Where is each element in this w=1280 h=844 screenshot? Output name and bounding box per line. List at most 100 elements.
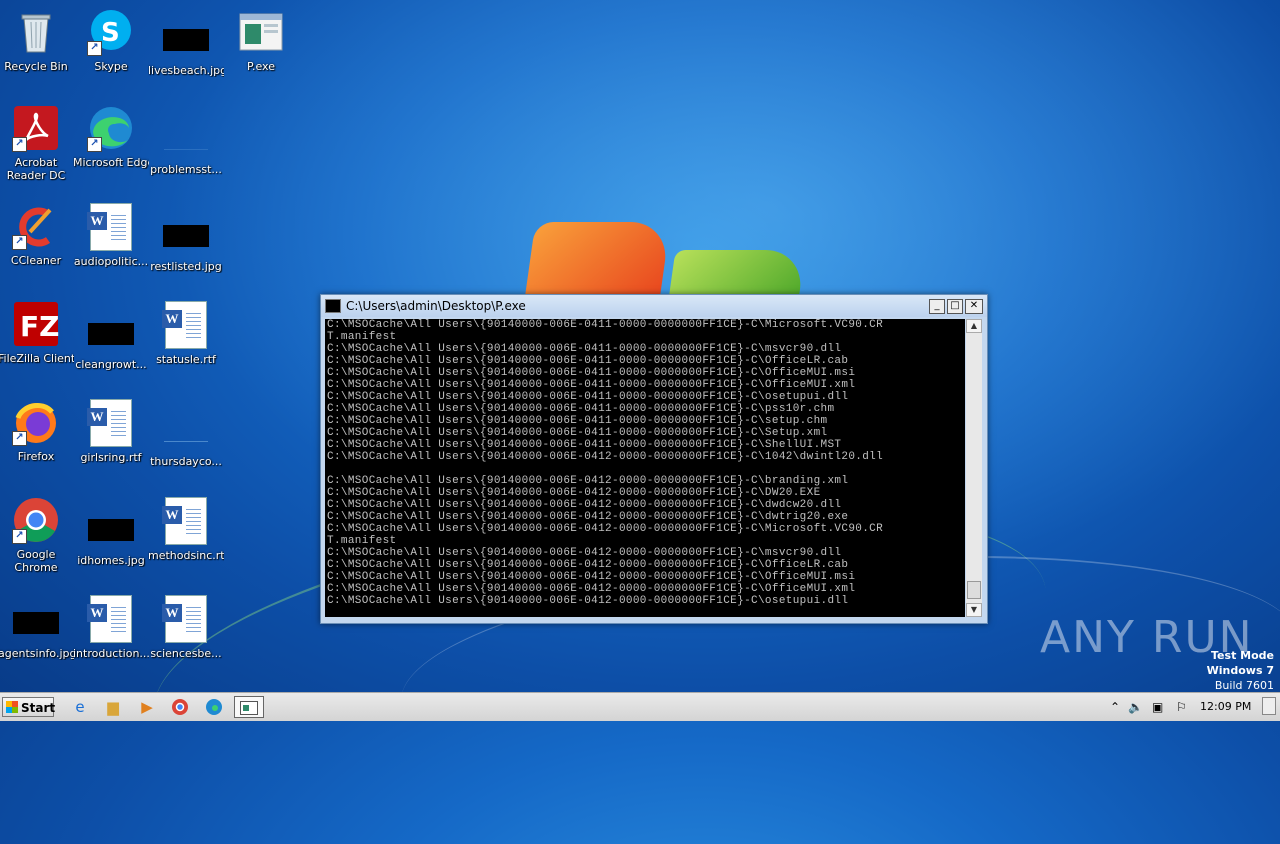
console-line: C:\MSOCache\All Users\{90140000-006E-041…: [327, 559, 849, 571]
windows-logo-green-pane: [668, 250, 806, 300]
scroll-down-icon[interactable]: ▼: [966, 603, 982, 617]
console-line: C:\MSOCache\All Users\{90140000-006E-041…: [327, 355, 849, 367]
show-hidden-icons-icon[interactable]: ⌃: [1110, 696, 1120, 718]
test-mode-watermark: Test Mode Windows 7 Build 7601: [1207, 648, 1274, 693]
desktop-icon-livesbeach[interactable]: livesbeach.jpg: [148, 16, 224, 77]
ie-icon[interactable]: e: [68, 696, 92, 718]
desktop-icon-restlisted[interactable]: restlisted.jpg: [148, 212, 224, 273]
desktop-icon-cleangrowt[interactable]: cleangrowt...: [73, 310, 149, 371]
console-line: C:\MSOCache\All Users\{90140000-006E-041…: [327, 343, 842, 355]
word-doc-icon: W: [162, 595, 207, 643]
desktop-icon-introduction[interactable]: W introduction...: [73, 594, 149, 660]
show-desktop-button[interactable]: [1262, 697, 1276, 715]
desktop-icon-ccleaner[interactable]: ↗ CCleaner: [0, 202, 74, 267]
console-line: C:\MSOCache\All Users\{90140000-006E-041…: [327, 391, 849, 403]
shortcut-arrow-icon: ↗: [87, 137, 102, 152]
media-player-icon[interactable]: ▶: [135, 696, 159, 718]
console-line: C:\MSOCache\All Users\{90140000-006E-041…: [327, 427, 828, 439]
test-mode-label: Test Mode: [1211, 649, 1274, 662]
desktop-icon-audiopolitic[interactable]: W audiopolitic...: [73, 202, 149, 268]
console-line: C:\MSOCache\All Users\{90140000-006E-041…: [327, 583, 856, 595]
console-line: C:\MSOCache\All Users\{90140000-006E-041…: [327, 523, 884, 535]
start-button[interactable]: Start: [2, 697, 56, 717]
windows-flag-icon: [6, 701, 18, 713]
shortcut-arrow-icon: ↗: [12, 529, 27, 544]
console-line: C:\MSOCache\All Users\{90140000-006E-041…: [327, 487, 821, 499]
console-line: T.manifest: [327, 331, 397, 343]
console-line: C:\MSOCache\All Users\{90140000-006E-041…: [327, 547, 842, 559]
file-icon: [164, 129, 208, 150]
scroll-thumb[interactable]: [967, 581, 981, 599]
word-doc-icon: W: [87, 399, 132, 447]
svg-text:FZ: FZ: [20, 310, 59, 343]
taskbar-clock[interactable]: 12:09 PM: [1200, 696, 1251, 718]
console-taskbar-button[interactable]: [234, 696, 264, 718]
shortcut-arrow-icon: ↗: [12, 235, 27, 250]
image-thumbnail: [88, 519, 134, 541]
word-doc-icon: W: [87, 595, 132, 643]
network-icon[interactable]: ▣: [1152, 696, 1163, 718]
console-line: C:\MSOCache\All Users\{90140000-006E-041…: [327, 571, 856, 583]
file-icon: [164, 421, 208, 442]
start-label: Start: [21, 701, 56, 715]
exe-file-icon: [237, 8, 285, 56]
skype-icon: S ↗: [87, 8, 135, 56]
windows-logo-red-pane: [524, 222, 671, 300]
svg-text:S: S: [101, 18, 120, 48]
console-line: C:\MSOCache\All Users\{90140000-006E-041…: [327, 367, 856, 379]
desktop-icon-edge[interactable]: ↗ Microsoft Edge: [73, 104, 149, 169]
minimize-button[interactable]: _: [929, 298, 945, 314]
word-doc-icon: W: [162, 497, 207, 545]
desktop-icon-idhomes[interactable]: idhomes.jpg: [73, 506, 149, 567]
scroll-up-icon[interactable]: ▲: [966, 319, 982, 333]
volume-icon[interactable]: 🔈: [1128, 696, 1143, 718]
desktop-icon-chrome[interactable]: ↗ Google Chrome: [0, 496, 74, 574]
image-thumbnail: [163, 225, 209, 247]
chrome-icon: ↗: [12, 496, 60, 544]
console-line: C:\MSOCache\All Users\{90140000-006E-041…: [327, 451, 884, 463]
desktop-icon-girlsring[interactable]: W girlsring.rtf: [73, 398, 149, 464]
edge-icon[interactable]: [202, 696, 226, 718]
desktop-icon-skype[interactable]: S ↗ Skype: [73, 8, 149, 73]
console-titlebar[interactable]: C:\Users\admin\Desktop\P.exe _ □ ✕: [321, 295, 987, 317]
image-thumbnail: [13, 612, 59, 634]
console-line: C:\MSOCache\All Users\{90140000-006E-041…: [327, 511, 849, 523]
desktop-icon-statusle[interactable]: W statusle.rtf: [148, 300, 224, 366]
desktop-icon-recycle-bin[interactable]: Recycle Bin: [0, 8, 74, 73]
desktop-icon-thursdayco[interactable]: thursdayco...: [148, 408, 224, 468]
desktop-icon-p-exe[interactable]: P.exe: [223, 8, 299, 73]
shortcut-arrow-icon: ↗: [87, 41, 102, 56]
desktop-icon-methodsinc[interactable]: W methodsinc.rtf: [148, 496, 224, 562]
shortcut-arrow-icon: ↗: [12, 137, 27, 152]
explorer-icon[interactable]: ▆: [101, 696, 125, 718]
filezilla-icon: FZ: [12, 300, 60, 348]
word-doc-icon: W: [162, 301, 207, 349]
word-doc-icon: W: [87, 203, 132, 251]
edge-icon: ↗: [87, 104, 135, 152]
console-line: C:\MSOCache\All Users\{90140000-006E-041…: [327, 319, 884, 331]
console-scrollbar[interactable]: ▲ ▼: [966, 319, 982, 617]
recycle-bin-icon: [12, 8, 60, 56]
console-output[interactable]: C:\MSOCache\All Users\{90140000-006E-041…: [325, 319, 965, 617]
chrome-icon[interactable]: [168, 696, 192, 718]
close-button[interactable]: ✕: [965, 298, 983, 314]
console-line: T.manifest: [327, 535, 397, 547]
desktop-icon-firefox[interactable]: ↗ Firefox: [0, 398, 74, 463]
desktop-icon-agentsinfo[interactable]: agentsinfo.jpg: [0, 606, 74, 660]
image-thumbnail: [88, 323, 134, 345]
desktop-icon-acrobat[interactable]: ↗ Acrobat Reader DC: [0, 104, 74, 182]
console-line: C:\MSOCache\All Users\{90140000-006E-041…: [327, 595, 849, 607]
console-line: C:\MSOCache\All Users\{90140000-006E-041…: [327, 439, 842, 451]
console-icon: [325, 299, 341, 313]
image-thumbnail: [163, 29, 209, 51]
console-window[interactable]: C:\Users\admin\Desktop\P.exe _ □ ✕ C:\MS…: [320, 294, 988, 624]
desktop-icon-filezilla[interactable]: FZ FileZilla Client: [0, 300, 74, 365]
action-center-flag-icon[interactable]: ⚐: [1176, 696, 1187, 718]
console-line: C:\MSOCache\All Users\{90140000-006E-041…: [327, 475, 849, 487]
desktop-icon-sciencesbe[interactable]: W sciencesbe...: [148, 594, 224, 660]
acrobat-icon: ↗: [12, 104, 60, 152]
console-line: C:\MSOCache\All Users\{90140000-006E-041…: [327, 403, 835, 415]
maximize-button[interactable]: □: [947, 298, 963, 314]
desktop-icon-problemsst[interactable]: problemsst...: [148, 116, 224, 176]
taskbar: Start e ▆ ▶ ⌃ 🔈 ▣ ⚐ 12:09 PM: [0, 692, 1280, 721]
